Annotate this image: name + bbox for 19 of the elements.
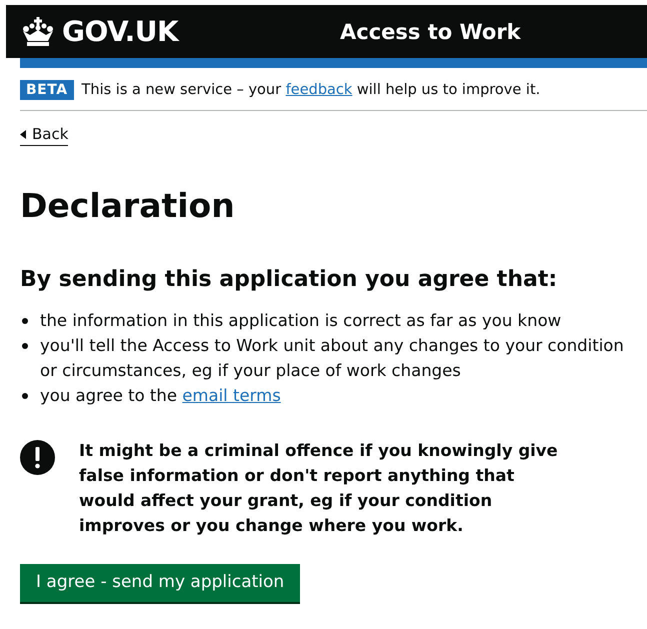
back-link[interactable]: Back	[20, 125, 68, 146]
subheading: By sending this application you agree that:	[20, 267, 558, 292]
bullet-icon	[22, 318, 28, 324]
email-terms-link[interactable]: email terms	[182, 386, 281, 405]
list-item: you agree to the email terms	[40, 383, 647, 408]
page-title: Declaration	[20, 186, 236, 225]
caret-icon	[20, 130, 26, 138]
feedback-link[interactable]: feedback	[286, 82, 352, 98]
list-item: the information in this application is correct as far as you know	[40, 308, 647, 333]
bullet-icon	[22, 393, 28, 399]
submit-button[interactable]: I agree - send my application	[20, 564, 300, 602]
logo-text[interactable]: GOV.UK	[62, 15, 178, 48]
warning-text: It might be a criminal offence if you knowingly give false information or don't report anything that would affect your grant, eg if your condition improves or you change where you work.	[79, 440, 559, 537]
service-name[interactable]: Access to Work	[340, 20, 521, 44]
bullet-icon	[22, 343, 28, 349]
warning-icon	[20, 440, 55, 475]
phase-tag: BETA	[20, 80, 74, 100]
crown-icon	[20, 16, 56, 46]
phase-banner-text: This is a new service – your feedback will help us to improve it.	[82, 82, 540, 98]
